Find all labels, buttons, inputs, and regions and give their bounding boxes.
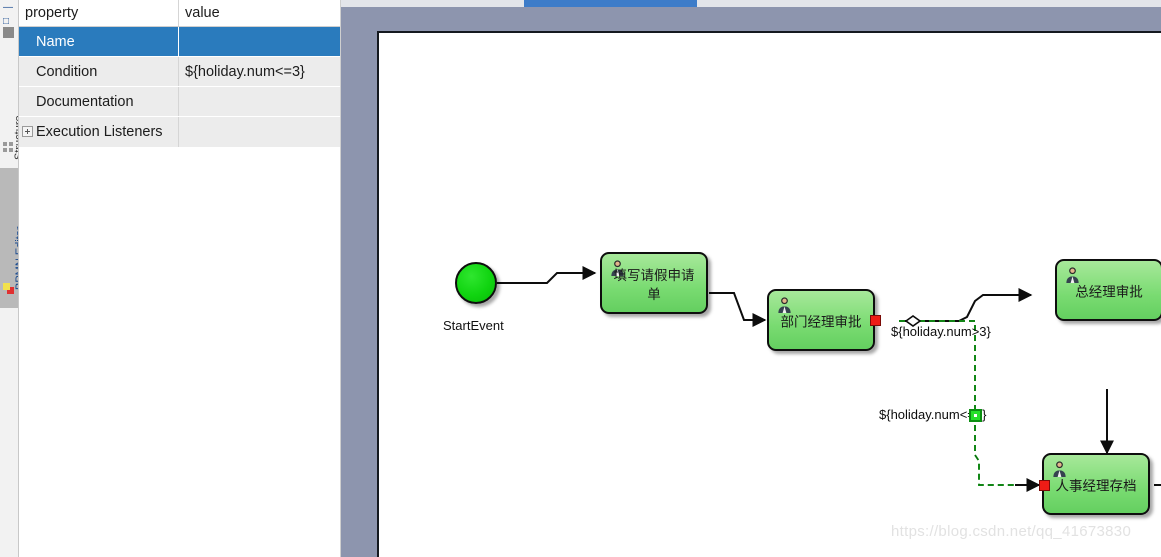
task-label: 人事经理存档 [1055,478,1137,495]
table-row[interactable]: Documentation [19,87,340,117]
property-condition-cell: Condition [19,57,179,86]
properties-panel: property value Name Condition ${holiday.… [19,0,341,557]
task-node-fill-leave-form[interactable]: 填写请假申请单 [600,252,708,314]
property-condition-value[interactable]: ${holiday.num<=3} [179,57,340,86]
watermark-text: https://blog.csdn.net/qq_41673830 [891,523,1132,540]
flow-condition-label-gt3: ${holiday.num>3} [891,324,991,339]
property-execution-listeners-cell: Execution Listeners [19,117,179,147]
selection-handle[interactable] [1039,480,1050,491]
rail-panel-icon[interactable] [3,27,14,38]
table-row[interactable]: Execution Listeners [19,117,340,147]
expand-toggle-icon[interactable] [22,126,33,137]
editor-top-strip [341,0,1161,7]
column-header-property: property [19,0,179,26]
user-task-icon [1053,461,1066,478]
bpmn-editor-window: —□ Structure BPMN Editor property value … [0,0,1161,557]
flow-selection-handle[interactable] [969,409,982,422]
table-header-row: property value [19,0,340,27]
user-task-icon [778,297,791,314]
task-label: 填写请假申请单 [613,268,695,304]
property-documentation-cell: Documentation [19,87,179,116]
task-label: 总经理审批 [1075,284,1143,301]
task-node-hr-manager-archive[interactable]: 人事经理存档 [1042,453,1150,515]
property-documentation-value[interactable] [179,87,340,116]
left-tool-rail: —□ Structure BPMN Editor [0,0,19,557]
column-header-value: value [185,5,220,21]
task-node-department-manager-approve[interactable]: 部门经理审批 [767,289,875,351]
table-row[interactable]: Condition ${holiday.num<=3} [19,57,340,87]
user-task-icon [1066,267,1079,284]
editor-area: StartEvent 填写请假申请单 部门经理审批 总经理审批 人事经理存档 $… [341,0,1161,557]
property-name-value[interactable] [179,27,340,56]
properties-empty-area [19,156,340,557]
task-node-general-manager-approve[interactable]: 总经理审批 [1055,259,1161,321]
diagram-canvas[interactable]: StartEvent 填写请假申请单 部门经理审批 总经理审批 人事经理存档 $… [377,31,1161,557]
start-event-label: StartEvent [443,318,504,333]
property-name-cell: Name [19,27,179,56]
selection-handle[interactable] [870,315,881,326]
task-label: 部门经理审批 [780,314,862,331]
table-row[interactable]: Name [19,27,340,57]
active-tab-indicator[interactable] [524,0,697,7]
properties-table: property value Name Condition ${holiday.… [19,0,340,147]
rail-minimize-icon[interactable]: —□ [3,1,15,27]
diagram-content: StartEvent 填写请假申请单 部门经理审批 总经理审批 人事经理存档 $… [379,33,1161,557]
rail-segment-rest [0,308,18,557]
property-execution-listeners-value[interactable] [179,117,340,147]
start-event-node[interactable] [455,262,497,304]
rail-editor-icon[interactable] [3,283,14,294]
